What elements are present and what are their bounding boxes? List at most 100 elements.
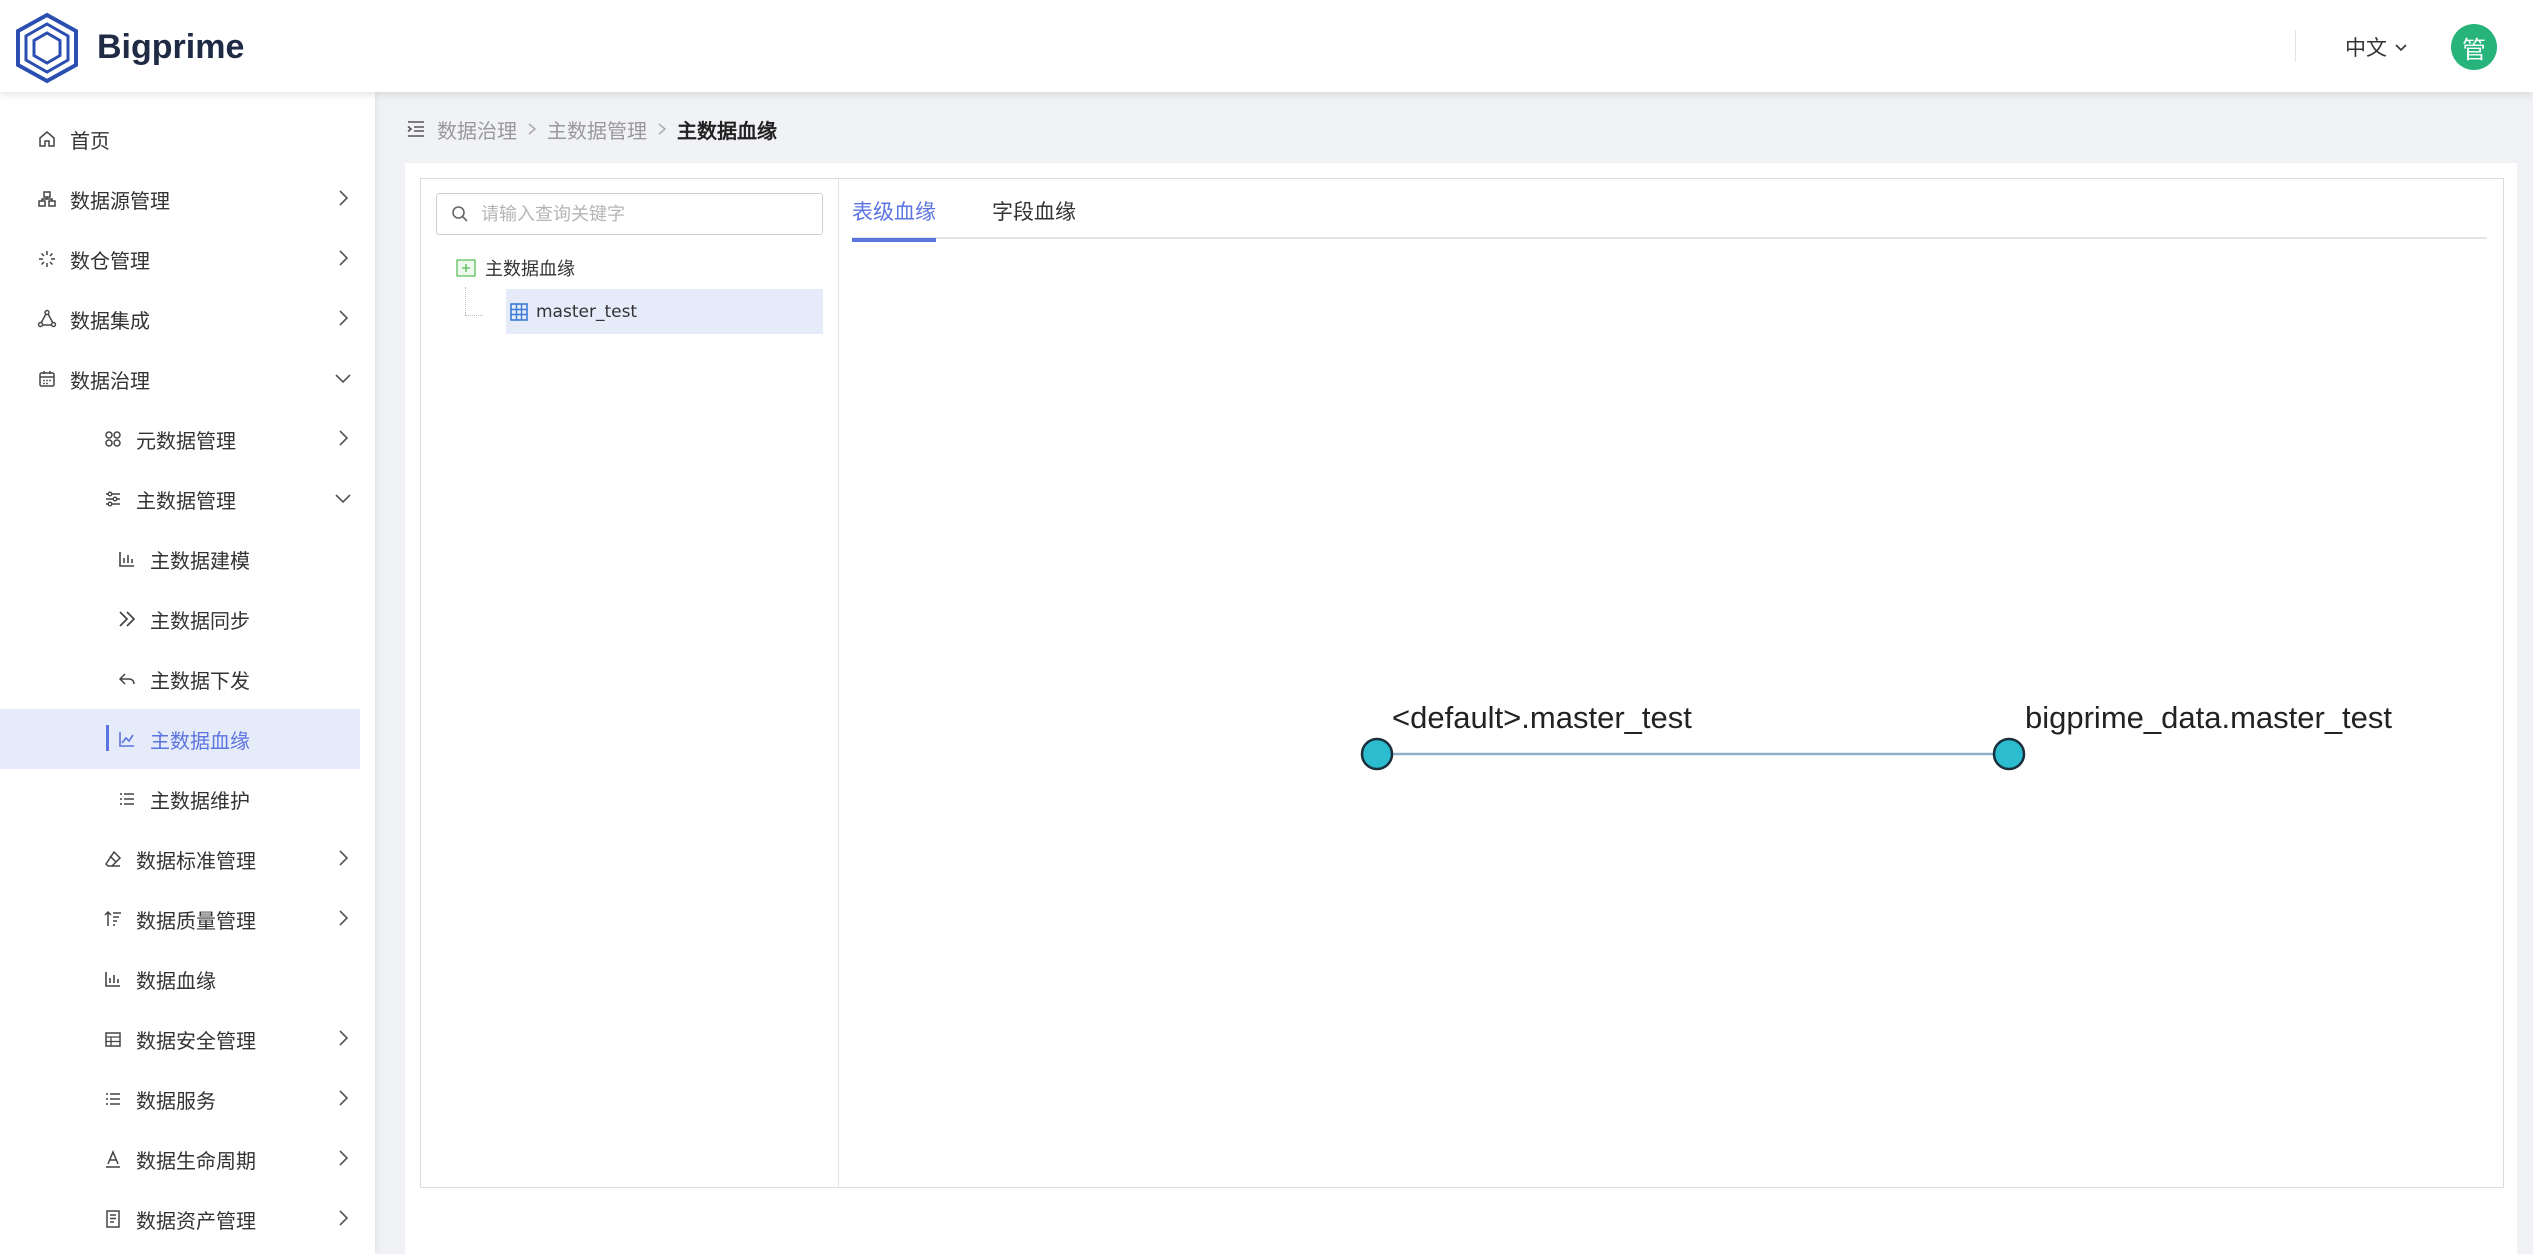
search-icon bbox=[452, 206, 468, 222]
sidebar-item-label: 首页 bbox=[70, 128, 110, 153]
target-node[interactable] bbox=[1992, 737, 2026, 771]
sidebar-item-masterdata-distribute[interactable]: 主数据下发 bbox=[0, 649, 360, 709]
sidebar-item-data-service[interactable]: 数据服务 bbox=[0, 1069, 360, 1129]
text-a-icon bbox=[102, 1148, 124, 1170]
target-node-label: bigprime_data.master_test bbox=[2025, 700, 2392, 735]
eraser-icon bbox=[102, 848, 124, 870]
chevron-right-icon bbox=[339, 1210, 349, 1226]
sidebar: 首页 数据源管理 数仓管理 数据集成 数据治理 元数据管理 主数据管理 主数据建… bbox=[0, 92, 375, 1254]
chevron-right-icon bbox=[339, 250, 349, 266]
chevron-down-icon bbox=[335, 494, 351, 504]
tree-node-root[interactable]: 主数据血缘 bbox=[455, 251, 575, 285]
governance-icon bbox=[36, 368, 58, 390]
sidebar-item-masterdata-modeling[interactable]: 主数据建模 bbox=[0, 529, 360, 589]
table-icon bbox=[102, 1028, 124, 1050]
menu-fold-icon[interactable] bbox=[405, 118, 427, 140]
sidebar-item-label: 数据血缘 bbox=[136, 968, 216, 993]
sidebar-item-masterdata-maintain[interactable]: 主数据维护 bbox=[0, 769, 360, 829]
sidebar-item-masterdata-sync[interactable]: 主数据同步 bbox=[0, 589, 360, 649]
sidebar-item-masterdata-lineage[interactable]: 主数据血缘 bbox=[0, 709, 360, 769]
bar-chart-icon bbox=[102, 968, 124, 990]
masterdata-icon bbox=[102, 488, 124, 510]
tab-field-lineage[interactable]: 字段血缘 bbox=[992, 196, 1076, 238]
warehouse-icon bbox=[36, 248, 58, 270]
chevron-right-icon bbox=[339, 310, 349, 326]
tree-node-label: master_test bbox=[536, 301, 638, 322]
sidebar-item-home[interactable]: 首页 bbox=[0, 109, 360, 169]
sidebar-item-label: 数据集成 bbox=[70, 308, 150, 333]
sidebar-item-label: 数据标准管理 bbox=[136, 848, 256, 873]
sidebar-item-data-quality[interactable]: 数据质量管理 bbox=[0, 889, 360, 949]
chevron-down-icon bbox=[2395, 44, 2407, 52]
chevron-right-icon bbox=[339, 1030, 349, 1046]
table-icon bbox=[510, 302, 528, 321]
tree-connector bbox=[465, 315, 483, 316]
sidebar-item-label: 数据生命周期 bbox=[136, 1148, 256, 1173]
chevron-right-icon bbox=[339, 910, 349, 926]
sidebar-item-label: 元数据管理 bbox=[136, 428, 236, 453]
chevron-right-icon bbox=[339, 850, 349, 866]
logo-icon bbox=[16, 12, 78, 84]
bar-chart-icon bbox=[116, 548, 138, 570]
chevron-right-icon bbox=[658, 123, 667, 135]
sidebar-item-metadata[interactable]: 元数据管理 bbox=[0, 409, 360, 469]
search-input[interactable] bbox=[481, 203, 801, 225]
sidebar-item-integration[interactable]: 数据集成 bbox=[0, 289, 360, 349]
datasource-icon bbox=[36, 188, 58, 210]
sidebar-item-data-asset[interactable]: 数据资产管理 bbox=[0, 1189, 360, 1249]
breadcrumb-item[interactable]: 主数据管理 bbox=[547, 115, 647, 144]
sidebar-item-masterdata[interactable]: 主数据管理 bbox=[0, 469, 360, 529]
language-selector[interactable]: 中文 bbox=[2345, 32, 2409, 62]
source-node-label: <default>.master_test bbox=[1392, 700, 1692, 735]
metadata-icon bbox=[102, 428, 124, 450]
sidebar-item-warehouse[interactable]: 数仓管理 bbox=[0, 229, 360, 289]
chevron-right-icon bbox=[528, 123, 537, 135]
chevron-right-icon bbox=[339, 1150, 349, 1166]
sidebar-item-label: 数据服务 bbox=[136, 1088, 216, 1113]
breadcrumb-current: 主数据血缘 bbox=[677, 118, 777, 143]
tree-connector bbox=[465, 287, 466, 315]
chevron-right-icon bbox=[339, 190, 349, 206]
integration-icon bbox=[36, 308, 58, 330]
sidebar-item-label: 数据安全管理 bbox=[136, 1028, 256, 1053]
tab-bar: 表级血缘 字段血缘 bbox=[852, 179, 2487, 242]
language-label: 中文 bbox=[2345, 36, 2387, 60]
sidebar-item-data-lineage[interactable]: 数据血缘 bbox=[0, 949, 360, 1009]
sidebar-item-label: 数据质量管理 bbox=[136, 908, 256, 933]
sidebar-item-label: 主数据建模 bbox=[150, 548, 250, 573]
sort-icon bbox=[102, 908, 124, 930]
double-chevron-icon bbox=[116, 608, 138, 630]
home-icon bbox=[36, 128, 58, 150]
chevron-down-icon bbox=[335, 374, 351, 384]
sidebar-item-label: 数仓管理 bbox=[70, 248, 150, 273]
sidebar-item-data-security[interactable]: 数据安全管理 bbox=[0, 1009, 360, 1069]
lineage-panel: 主数据血缘 master_test 表级血缘 字段血缘 bbox=[420, 178, 2504, 1188]
sidebar-item-label: 主数据下发 bbox=[150, 668, 250, 693]
header-divider bbox=[2295, 30, 2296, 62]
tree-node-label: 主数据血缘 bbox=[485, 259, 575, 280]
tree-node-selected[interactable]: master_test bbox=[506, 289, 823, 334]
reply-icon bbox=[116, 668, 138, 690]
line-chart-icon bbox=[116, 728, 138, 750]
sidebar-item-label: 主数据血缘 bbox=[150, 728, 250, 753]
chevron-right-icon bbox=[339, 430, 349, 446]
sidebar-item-label: 主数据管理 bbox=[136, 488, 236, 513]
chevron-right-icon bbox=[339, 1090, 349, 1106]
sidebar-item-governance[interactable]: 数据治理 bbox=[0, 349, 360, 409]
breadcrumb: 数据治理 主数据管理 主数据血缘 bbox=[405, 114, 777, 144]
avatar[interactable]: 管 bbox=[2451, 24, 2497, 70]
folder-expand-icon bbox=[456, 259, 476, 277]
list-icon bbox=[102, 1088, 124, 1110]
top-header: Bigprime 中文 管 bbox=[0, 0, 2533, 92]
breadcrumb-item[interactable]: 数据治理 bbox=[437, 115, 517, 144]
list-icon bbox=[116, 788, 138, 810]
source-node[interactable] bbox=[1360, 737, 1394, 771]
sidebar-item-data-lifecycle[interactable]: 数据生命周期 bbox=[0, 1129, 360, 1189]
active-indicator bbox=[106, 725, 109, 751]
app-name: Bigprime bbox=[97, 28, 245, 66]
tab-table-lineage[interactable]: 表级血缘 bbox=[852, 196, 936, 242]
sidebar-item-datasource[interactable]: 数据源管理 bbox=[0, 169, 360, 229]
sidebar-item-label: 数据治理 bbox=[70, 368, 150, 393]
tree-pane: 主数据血缘 master_test bbox=[421, 179, 839, 1187]
sidebar-item-data-standard[interactable]: 数据标准管理 bbox=[0, 829, 360, 889]
